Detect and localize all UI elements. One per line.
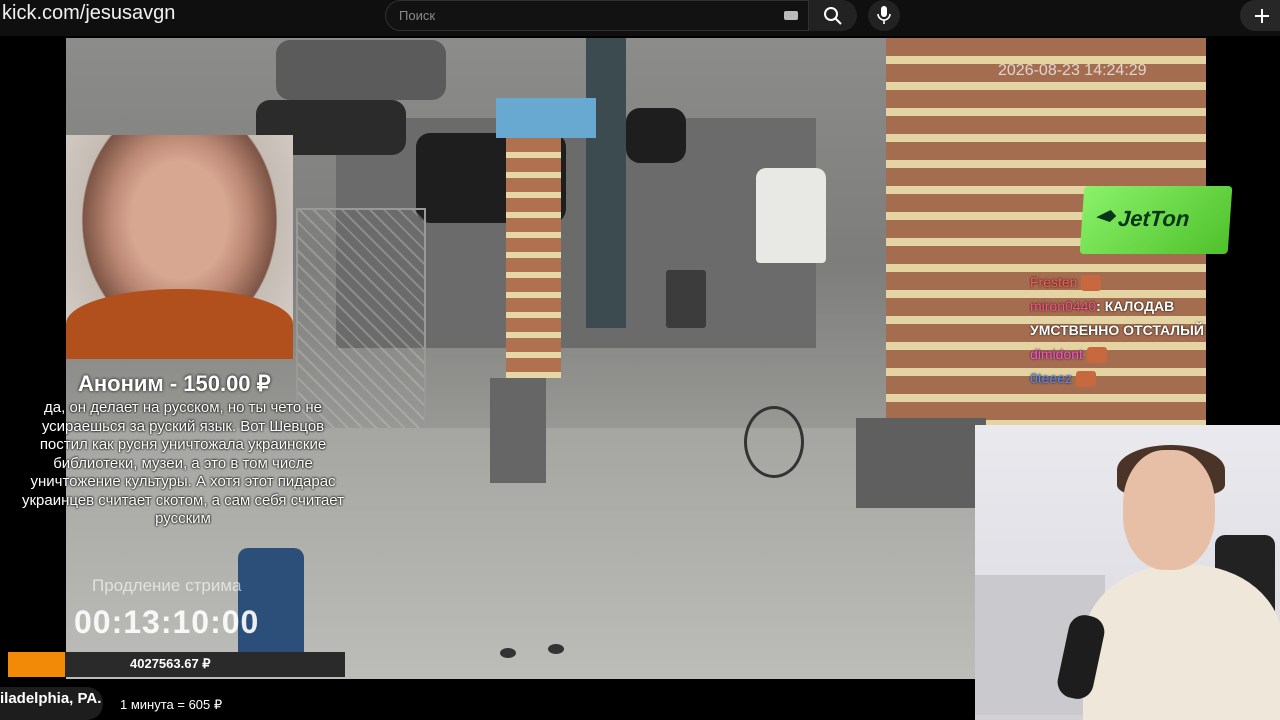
stream-extension-timer: 00:13:10:00 <box>74 604 260 640</box>
microphone-icon <box>877 6 891 24</box>
streamer-head <box>1123 450 1215 570</box>
wheelchair <box>744 406 804 478</box>
chat-message: miron0440: КАЛОДАВ УМСТВЕННО ОТСТАЛЫЙ <box>1030 294 1230 342</box>
chat-message: Fresten <box>1030 270 1230 294</box>
building-base <box>856 418 986 508</box>
shirt <box>66 289 293 359</box>
chat-message: dimidont <box>1030 342 1230 366</box>
voice-search-button[interactable] <box>868 0 900 31</box>
top-bar: kick.com/jesusavgn Поиск <box>0 0 1280 36</box>
church-van <box>756 168 826 263</box>
plus-icon <box>1255 9 1269 23</box>
emote-icon <box>1086 347 1107 364</box>
balance-amount: 4027563.67 ₽ <box>130 656 211 671</box>
donation-message: да, он делает на русском, но ты чето не … <box>21 399 345 527</box>
pigeon <box>548 644 564 654</box>
stream-url[interactable]: kick.com/jesusavgn <box>2 2 175 25</box>
chat-username[interactable]: miron0440 <box>1030 298 1096 314</box>
sponsor-name: JetTon <box>1117 206 1191 231</box>
chat-overlay: Fresten miron0440: КАЛОДАВ УМСТВЕННО ОТСТ… <box>1030 270 1230 390</box>
create-button[interactable] <box>1240 0 1280 31</box>
search-input[interactable]: Поиск <box>385 0 809 31</box>
location-label: iladelphia, PA. <box>0 690 102 707</box>
el-support-column <box>586 38 626 328</box>
emote-icon <box>1081 275 1102 292</box>
pillar-capital <box>496 98 596 138</box>
parked-car <box>276 40 446 100</box>
donation-title: Аноним - 150.00 ₽ <box>78 371 271 396</box>
pigeon <box>500 648 516 658</box>
parked-car <box>626 108 686 163</box>
sponsor-logo[interactable]: JetTon <box>1079 186 1233 254</box>
balance-progress-fill <box>8 652 66 677</box>
chat-message: 0teeez <box>1030 366 1230 390</box>
trash-can <box>666 270 706 328</box>
search-placeholder: Поиск <box>399 8 436 23</box>
donation-facecam <box>66 135 293 359</box>
keyboard-icon[interactable] <box>784 11 798 20</box>
streamer-webcam <box>975 425 1280 720</box>
streamer-body <box>1083 565 1280 720</box>
rate-label: 1 минута = 605 ₽ <box>120 697 223 712</box>
jetton-arrow-icon <box>1096 210 1117 222</box>
search-button[interactable] <box>809 0 857 31</box>
camera-timestamp: 2026-08-23 14:24:29 <box>998 62 1147 79</box>
search-icon <box>824 7 842 25</box>
emote-icon <box>1076 371 1097 388</box>
chat-username[interactable]: 0teeez <box>1030 370 1072 386</box>
stream-extension-label: Продление стрима <box>92 576 242 595</box>
chat-username[interactable]: dimidont <box>1030 346 1083 362</box>
brick-pillar <box>506 138 561 378</box>
mailbox <box>238 548 304 658</box>
pillar-base <box>490 378 546 483</box>
chat-username[interactable]: Fresten <box>1030 274 1077 290</box>
